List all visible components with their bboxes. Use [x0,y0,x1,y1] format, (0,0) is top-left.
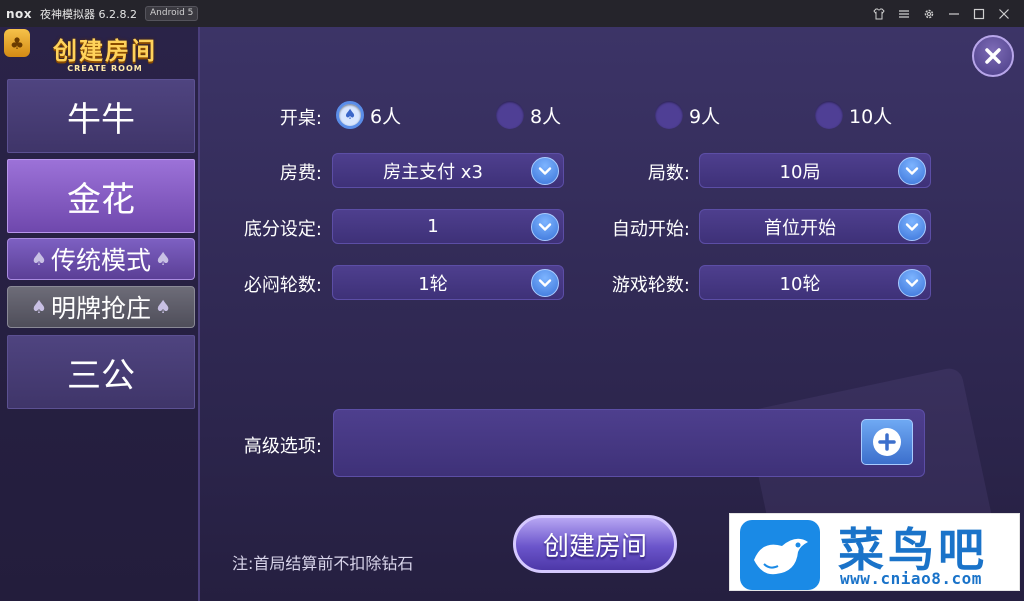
select-value: 首位开始 [764,217,836,239]
radio-label: 6人 [370,105,402,128]
radio-selected-icon: ♠ [336,101,364,129]
radio-label: 8人 [530,105,562,128]
sidebar-item-label: 三公 [67,355,135,396]
nox-logo: nox [6,6,33,21]
room-fee-select[interactable]: 房主支付 x3 [332,153,564,188]
window-controls [866,0,1016,27]
bird-logo-icon [740,520,820,590]
gear-icon[interactable] [916,0,941,27]
sidebar-item-niuniu[interactable]: 牛牛 [7,79,195,153]
sidebar-item-label: 明牌抢庄 [50,294,151,323]
chevron-down-icon[interactable] [531,213,559,241]
sidebar-item-label: 牛牛 [67,99,135,140]
shirt-icon[interactable] [866,0,891,27]
plus-icon [873,428,901,456]
chevron-down-icon[interactable] [898,157,926,185]
spade-icon: ♠ [30,248,47,270]
table-size-label: 开桌: [279,108,322,129]
watermark-url: www.cniao8.com [840,569,982,588]
game-rounds-select[interactable]: 10轮 [699,265,931,300]
select-value: 10轮 [779,273,821,295]
radio-label: 9人 [689,105,721,128]
add-advanced-option-button[interactable] [861,419,913,465]
game-rounds-label: 游戏轮数: [611,275,690,296]
close-icon [985,48,1001,64]
create-room-title-cn: 创建房间 [53,37,157,65]
room-fee-label: 房费: [279,163,322,184]
radio-unselected-icon [496,101,524,129]
table-size-option-8[interactable]: 8人 [496,101,561,129]
spade-icon: ♠ [30,296,47,318]
club-icon: ♣ [4,29,30,57]
sidebar-subitem-open-card-banker[interactable]: ♠ 明牌抢庄 ♠ [7,286,195,328]
must-stuff-rounds-label: 必闷轮数: [243,275,322,296]
base-score-select[interactable]: 1 [332,209,564,244]
auto-start-label: 自动开始: [611,219,690,240]
select-value: 10局 [779,161,821,183]
app-title: 夜神模拟器 6.2.8.2 [40,7,138,21]
chevron-down-icon[interactable] [531,157,559,185]
spade-icon: ♠ [155,248,172,270]
spade-icon: ♠ [155,296,172,318]
select-value: 1 [427,216,439,237]
advanced-options-label: 高级选项: [243,436,322,457]
chevron-down-icon[interactable] [531,269,559,297]
sidebar-subitem-traditional-mode[interactable]: ♠ 传统模式 ♠ [7,238,195,280]
emulator-titlebar: nox 夜神模拟器 6.2.8.2 Android 5 [0,0,1024,27]
chevron-down-icon[interactable] [898,269,926,297]
create-room-button[interactable]: 创建房间 [513,515,677,573]
must-stuff-rounds-select[interactable]: 1轮 [332,265,564,300]
game-mode-sidebar: ♣ 创建房间 CREATE ROOM 牛牛 金花 ♠ 传统模式 ♠ ♠ 明牌抢庄… [0,27,200,601]
close-icon[interactable] [991,0,1016,27]
radio-unselected-icon [655,101,683,129]
advanced-options-box [333,409,925,477]
minimize-icon[interactable] [941,0,966,27]
sidebar-item-jinhua[interactable]: 金花 [7,159,195,233]
menu-icon[interactable] [891,0,916,27]
create-room-title: 创建房间 CREATE ROOM [40,31,170,73]
android-version-badge: Android 5 [145,6,199,21]
sidebar-item-label: 传统模式 [50,246,151,275]
select-value: 房主支付 x3 [383,161,483,183]
table-size-option-10[interactable]: 10人 [815,101,892,129]
radio-label: 10人 [849,105,893,128]
maximize-icon[interactable] [966,0,991,27]
table-size-option-6[interactable]: ♠ 6人 [336,101,401,129]
sidebar-item-label: 金花 [67,179,135,220]
chevron-down-icon[interactable] [898,213,926,241]
close-panel-button[interactable] [972,35,1014,77]
sidebar-item-sangong[interactable]: 三公 [7,335,195,409]
table-size-option-9[interactable]: 9人 [655,101,720,129]
base-score-label: 底分设定: [243,219,322,240]
rounds-select[interactable]: 10局 [699,153,931,188]
watermark: 菜鸟吧 www.cniao8.com [729,513,1020,591]
diamond-deduction-note: 注:首局结算前不扣除钻石 [232,554,414,573]
select-value: 1轮 [418,273,448,295]
radio-unselected-icon [815,101,843,129]
rounds-label: 局数: [647,163,690,184]
auto-start-select[interactable]: 首位开始 [699,209,931,244]
